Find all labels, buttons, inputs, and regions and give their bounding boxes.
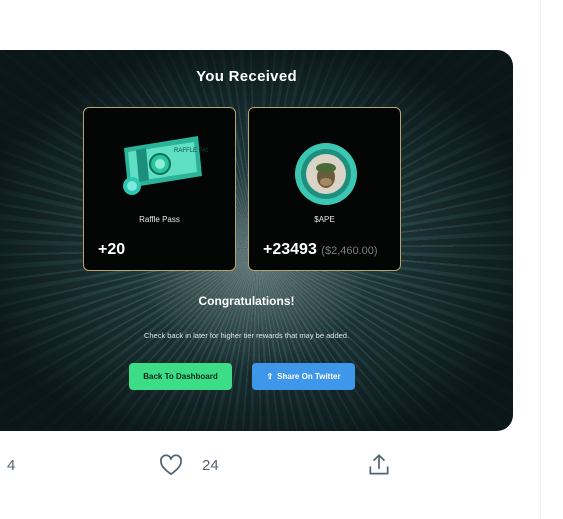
button-label: Back To Dashboard	[143, 372, 218, 381]
back-to-dashboard-button[interactable]: Back To Dashboard	[129, 363, 232, 390]
button-label: Share On Twitter	[277, 372, 341, 381]
raffle-ticket-icon: RAFFLE PASS	[123, 136, 208, 195]
reward-headline: You Received	[196, 68, 297, 85]
share-icon: ⇧	[266, 372, 274, 381]
reward-label: Raffle Pass	[139, 215, 180, 224]
share-icon[interactable]	[366, 452, 392, 478]
share-on-twitter-button[interactable]: ⇧ Share On Twitter	[252, 363, 355, 390]
ape-coin-icon	[295, 143, 357, 205]
reward-card-raffle-pass: RAFFLE PASS Raffle Pass +20	[83, 107, 236, 271]
reply-count[interactable]: 4	[7, 457, 15, 474]
congratulations-text: Congratulations!	[198, 294, 295, 308]
info-text: Check back in later for higher tier rewa…	[143, 331, 350, 340]
tweet-media-image[interactable]: You Received RAFFLE PASS Raffle Pass +20…	[0, 50, 513, 431]
timeline-border	[540, 0, 541, 519]
reward-amount: +23493 ($2,460.00)	[263, 241, 378, 258]
reward-amount: +20	[98, 241, 126, 258]
heart-icon[interactable]	[158, 452, 184, 478]
reward-card-ape: $APE +23493 ($2,460.00)	[248, 107, 401, 271]
tweet-action-bar: 4 24	[0, 446, 540, 486]
reward-label: $APE	[314, 215, 335, 224]
usd-value: ($2,460.00)	[321, 245, 378, 257]
like-count[interactable]: 24	[202, 457, 219, 474]
svg-text:RAFFLE PASS: RAFFLE PASS	[174, 148, 208, 154]
